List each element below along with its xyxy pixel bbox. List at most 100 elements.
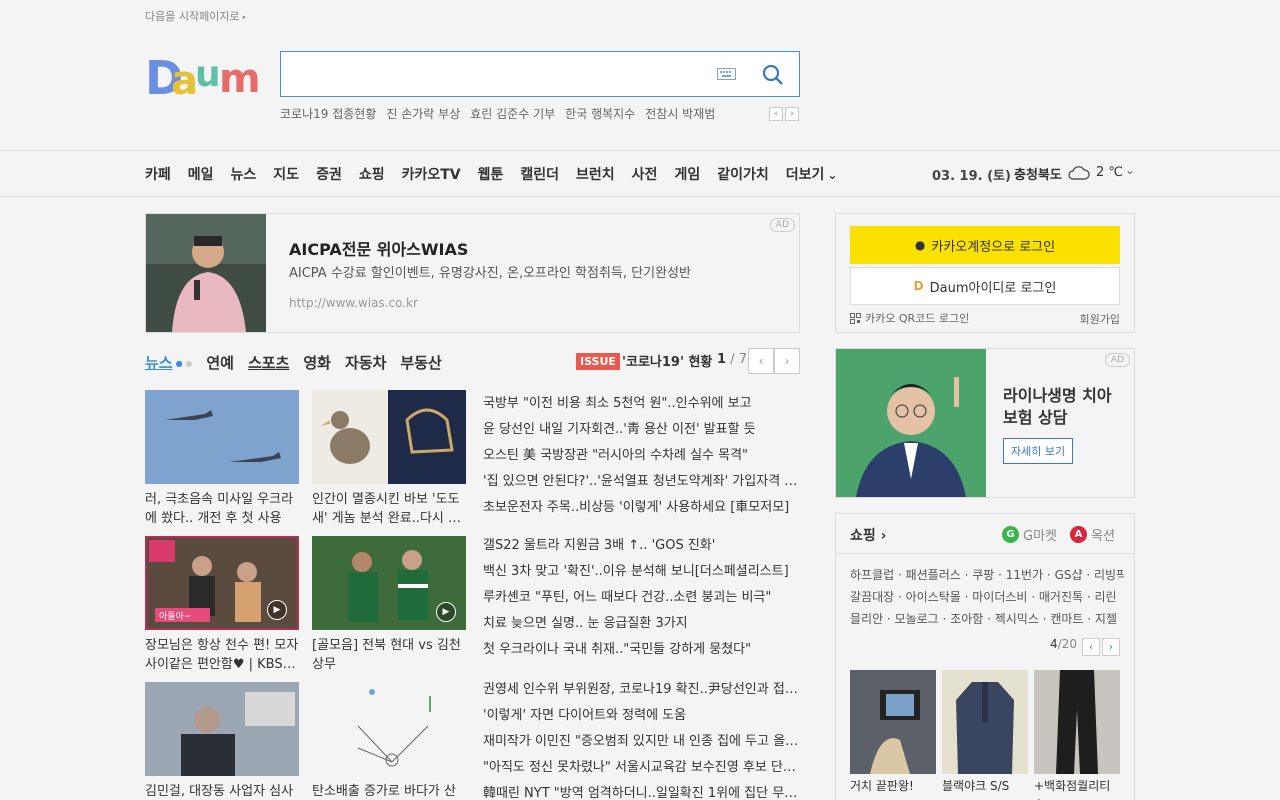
keyboard-icon[interactable] bbox=[717, 68, 736, 80]
shopping-title[interactable]: 쇼핑 › bbox=[850, 525, 886, 545]
trend-next-button[interactable]: › bbox=[785, 107, 799, 121]
qr-login-link[interactable]: 카카오 QR코드 로그인 bbox=[850, 310, 969, 326]
side-ad-banner[interactable]: 라이나생명 치아보험 상담 자세히 보기 AD bbox=[835, 348, 1135, 498]
tab-entertainment[interactable]: 연예 bbox=[206, 352, 234, 373]
top-ad-banner[interactable]: AICPA전문 위아스WIAS AICPA 수강료 할인이벤트, 유명강사진, … bbox=[145, 213, 800, 333]
news-image: ▶ bbox=[312, 536, 466, 630]
tab-car[interactable]: 자동차 bbox=[345, 352, 386, 373]
shop-prev-button[interactable]: ‹ bbox=[1082, 638, 1100, 656]
ad-url[interactable]: http://www.wias.co.kr bbox=[289, 296, 418, 310]
ad-badge: AD bbox=[1104, 353, 1130, 367]
headline-item[interactable]: 치료 늦으면 실명.. 눈 응급질환 3가지 bbox=[483, 611, 800, 637]
headline-item[interactable]: 초보운전자 주목..비상등 '이렇게' 사용하세요 [車모저모] bbox=[483, 495, 800, 521]
news-page-indicator: 1 / 7 bbox=[717, 352, 747, 367]
nav-cafe[interactable]: 카페 bbox=[145, 164, 171, 184]
svg-text:u: u bbox=[195, 54, 221, 95]
nav-kakaotv[interactable]: 카카오TV bbox=[402, 164, 461, 184]
nav-news[interactable]: 뉴스 bbox=[231, 164, 257, 184]
nav-game[interactable]: 게임 bbox=[674, 164, 700, 184]
headline-item[interactable]: 재미작가 이민진 "증오범죄 있지만 내 인종 집에 두고 올수… bbox=[483, 729, 800, 755]
news-caption: 인간이 멸종시킨 바보 '도도새' 게놈 분석 완료..다시 … bbox=[312, 492, 462, 526]
shop-next-button[interactable]: › bbox=[1102, 638, 1120, 656]
nav-shopping[interactable]: 쇼핑 bbox=[359, 164, 385, 184]
news-next-button[interactable]: › bbox=[774, 348, 800, 374]
kakao-login-button[interactable]: ● 카카오계정으로 로그인 bbox=[850, 226, 1120, 264]
details-button[interactable]: 자세히 보기 bbox=[1003, 438, 1074, 464]
news-tabs: 뉴스 ● ● 연예 스포츠 영화 자동차 부동산 bbox=[145, 352, 442, 373]
shop-link-row[interactable]: 갈끔대장 · 아이스탁몰 · 마이더스비 · 매거진톡 · 리린 bbox=[850, 586, 1124, 608]
trend-item[interactable]: 코로나19 접종현황 bbox=[280, 105, 376, 122]
tab-movie[interactable]: 영화 bbox=[303, 352, 331, 373]
nav-together[interactable]: 같이가치 bbox=[717, 164, 769, 184]
shop-item[interactable]: 블랙야크 S/S bbox=[942, 670, 1028, 795]
signup-link[interactable]: 회원가입 bbox=[1080, 311, 1120, 327]
headline-item[interactable]: 韓때린 NYT "방역 엄격하더니..일일확진 1위에 집단 무관심" bbox=[483, 781, 800, 800]
trend-item[interactable]: 진 손가락 부상 bbox=[386, 105, 460, 122]
chevron-down-icon[interactable]: ⌄ bbox=[1125, 163, 1135, 177]
gmarket-link[interactable]: G G마켓 bbox=[1002, 525, 1057, 544]
shop-item[interactable]: +백화점퀄리티+ bbox=[1034, 670, 1120, 800]
side-ad-title[interactable]: 라이나생명 치아보험 상담 bbox=[1003, 385, 1118, 429]
tab-news[interactable]: 뉴스 ● ● bbox=[145, 352, 192, 373]
issue-title[interactable]: '코로나19' 현황 bbox=[622, 351, 712, 370]
news-thumb[interactable]: 아들아~ ▶ 장모님은 항상 천수 편! 모자 사이같은 편안함♥ | KBS… bbox=[145, 536, 299, 674]
news-image: 아들아~ ▶ bbox=[145, 536, 299, 630]
shop-page-indicator: 4/20 bbox=[1050, 637, 1077, 651]
nav-brunch[interactable]: 브런치 bbox=[576, 164, 615, 184]
trend-item[interactable]: 한국 행복지수 bbox=[565, 105, 635, 122]
search-icon[interactable] bbox=[762, 64, 784, 86]
headline-item[interactable]: 갤S22 울트라 지원금 3배 ↑.. 'GOS 진화' bbox=[483, 533, 800, 559]
daum-login-button[interactable]: D Daum아이디로 로그인 bbox=[850, 267, 1120, 305]
ad-image bbox=[836, 349, 986, 497]
start-page-link[interactable]: 다음을 시작페이지로 ▸ bbox=[145, 8, 246, 24]
news-thumb[interactable]: 인간이 멸종시킨 바보 '도도새' 게놈 분석 완료..다시 … bbox=[312, 390, 466, 528]
headline-item[interactable]: 국방부 "이전 비용 최소 5천억 원"..인수위에 보고 bbox=[483, 391, 800, 417]
nav-map[interactable]: 지도 bbox=[273, 164, 299, 184]
news-image bbox=[145, 390, 299, 484]
headline-item[interactable]: 오스틴 美 국방장관 "러시아의 수차례 실수 목격" bbox=[483, 443, 800, 469]
nav-stock[interactable]: 증권 bbox=[316, 164, 342, 184]
shop-link-row[interactable]: 하프클럽 · 패션플러스 · 쿠팡 · 11번가 · GS샵 · 리빙픽 bbox=[850, 564, 1124, 586]
auction-link[interactable]: A 옥션 bbox=[1070, 525, 1115, 544]
nav-calendar[interactable]: 캘린더 bbox=[520, 164, 559, 184]
play-icon[interactable]: ▶ bbox=[267, 600, 287, 620]
tab-realestate[interactable]: 부동산 bbox=[400, 352, 441, 373]
headline-item[interactable]: "아직도 정신 못차렸나" 서울시교육감 보수진영 후보 단일… bbox=[483, 755, 800, 781]
news-thumb[interactable]: 러, 극초음속 미사일 우크라에 쐈다.. 개전 후 첫 사용 bbox=[145, 390, 299, 528]
news-thumb[interactable]: 김민걸, 대장동 사업자 심사 bbox=[145, 682, 299, 800]
nav-mail[interactable]: 메일 bbox=[188, 164, 214, 184]
trend-item[interactable]: 전참시 박재범 bbox=[645, 105, 715, 122]
headline-item[interactable]: '이렇게' 자면 다이어트와 정력에 도움 bbox=[483, 703, 800, 729]
nav-dictionary[interactable]: 사전 bbox=[632, 164, 658, 184]
news-thumb[interactable]: ▶ [골모음] 전북 현대 vs 김천 상무 bbox=[312, 536, 466, 674]
issue-badge: ISSUE bbox=[576, 353, 620, 370]
news-caption: 장모님은 항상 천수 편! 모자 사이같은 편안함♥ | KBS… bbox=[145, 638, 299, 672]
ad-title[interactable]: AICPA전문 위아스WIAS bbox=[289, 236, 468, 260]
triangle-icon: ▸ bbox=[242, 13, 247, 21]
weather-region[interactable]: 충청북도 bbox=[1014, 164, 1062, 183]
news-thumb[interactable]: 탄소배출 증가로 바다가 산 bbox=[312, 682, 466, 800]
news-prev-button[interactable]: ‹ bbox=[748, 348, 774, 374]
svg-text:a: a bbox=[171, 58, 198, 100]
headline-item[interactable]: 루카셴코 "푸틴, 어느 때보다 건강..소련 붕괴는 비극" bbox=[483, 585, 800, 611]
nav-more[interactable]: 더보기 bbox=[786, 164, 838, 184]
headline-item[interactable]: 첫 우크라이나 국내 취재.."국민들 강하게 뭉쳤다" bbox=[483, 637, 800, 663]
news-image bbox=[312, 682, 466, 776]
daum-logo[interactable]: D a u m bbox=[145, 48, 263, 100]
news-image bbox=[312, 390, 466, 484]
headline-item[interactable]: 권영세 인수위 부위원장, 코로나19 확진..尹당선인과 접촉 … bbox=[483, 677, 800, 703]
chevron-right-icon: › bbox=[880, 528, 887, 544]
shop-item[interactable]: 거치 끝판왕! bbox=[850, 670, 936, 795]
trend-prev-button[interactable]: ‹ bbox=[769, 107, 783, 121]
headline-item[interactable]: 백신 3차 맞고 '확진'..이유 분석해 보니[더스페셜리스트] bbox=[483, 559, 800, 585]
nav-webtoon[interactable]: 웹툰 bbox=[478, 164, 504, 184]
play-icon[interactable]: ▶ bbox=[436, 602, 456, 622]
tab-sports[interactable]: 스포츠 bbox=[248, 352, 289, 373]
shop-item-image bbox=[1034, 670, 1120, 774]
ad-badge: AD bbox=[769, 218, 795, 232]
headline-item[interactable]: '집 있으면 안된다?'..'윤석열표 청년도약계좌' 가입자격 살… bbox=[483, 469, 800, 495]
trend-item[interactable]: 효린 김준수 기부 bbox=[470, 105, 555, 122]
shop-link-row[interactable]: 믈리안 · 모놀로그 · 조아함 · 젝시믹스 · 캔마트 · 지젤 bbox=[850, 608, 1124, 630]
dots-icon: ● ● bbox=[175, 359, 193, 368]
headline-item[interactable]: 윤 당선인 내일 기자회견..'靑 용산 이전' 발표할 듯 bbox=[483, 417, 800, 443]
